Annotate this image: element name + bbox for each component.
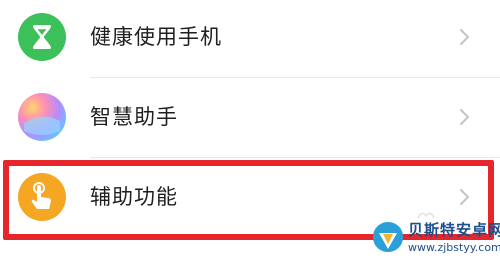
settings-item-label: 辅助功能 xyxy=(90,185,178,209)
smart-assistant-icon xyxy=(18,93,66,141)
divider xyxy=(90,157,500,158)
chevron-right-icon xyxy=(460,109,469,125)
chevron-right-icon xyxy=(460,29,469,45)
settings-item-smart-assistant[interactable]: 智慧助手 xyxy=(0,80,500,154)
settings-item-label: 智慧助手 xyxy=(90,105,178,129)
divider xyxy=(90,77,500,78)
settings-item-digital-balance[interactable]: 健康使用手机 xyxy=(0,0,500,74)
hourglass-icon xyxy=(18,13,66,61)
watermark-logo-icon xyxy=(373,222,403,252)
watermark: 贝斯特安卓网 www.zjbstyy.com xyxy=(366,215,500,260)
watermark-url: www.zjbstyy.com xyxy=(408,241,500,254)
chevron-right-icon xyxy=(460,189,469,205)
settings-item-label: 健康使用手机 xyxy=(90,25,222,49)
watermark-title: 贝斯特安卓网 xyxy=(408,221,500,239)
hand-tap-icon xyxy=(18,173,66,221)
